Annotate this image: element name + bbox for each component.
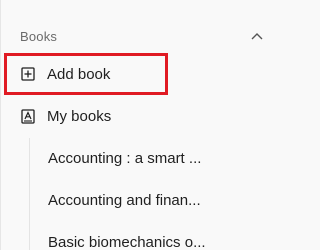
books-section-header[interactable]: Books: [20, 24, 264, 48]
add-book-icon: [20, 66, 36, 82]
book-list-item[interactable]: Accounting : a smart ...: [48, 145, 248, 171]
books-sidebar-panel: Books Add book My books Accounting: a s…: [0, 0, 273, 250]
panel-divider: [0, 0, 1, 250]
book-list-item[interactable]: Basic biomechanics o...: [48, 229, 248, 250]
add-book-button[interactable]: Add book: [20, 59, 110, 89]
chevron-up-icon[interactable]: [250, 29, 264, 43]
book-list: Accounting : a smart ... Accounting and …: [29, 138, 274, 250]
book-icon: [20, 108, 36, 124]
book-list-item[interactable]: Accounting and finan...: [48, 187, 248, 213]
section-title: Books: [20, 28, 58, 44]
my-books-label: My books: [47, 107, 112, 125]
add-book-label: Add book: [47, 65, 111, 83]
my-books-button[interactable]: My books: [20, 101, 111, 131]
